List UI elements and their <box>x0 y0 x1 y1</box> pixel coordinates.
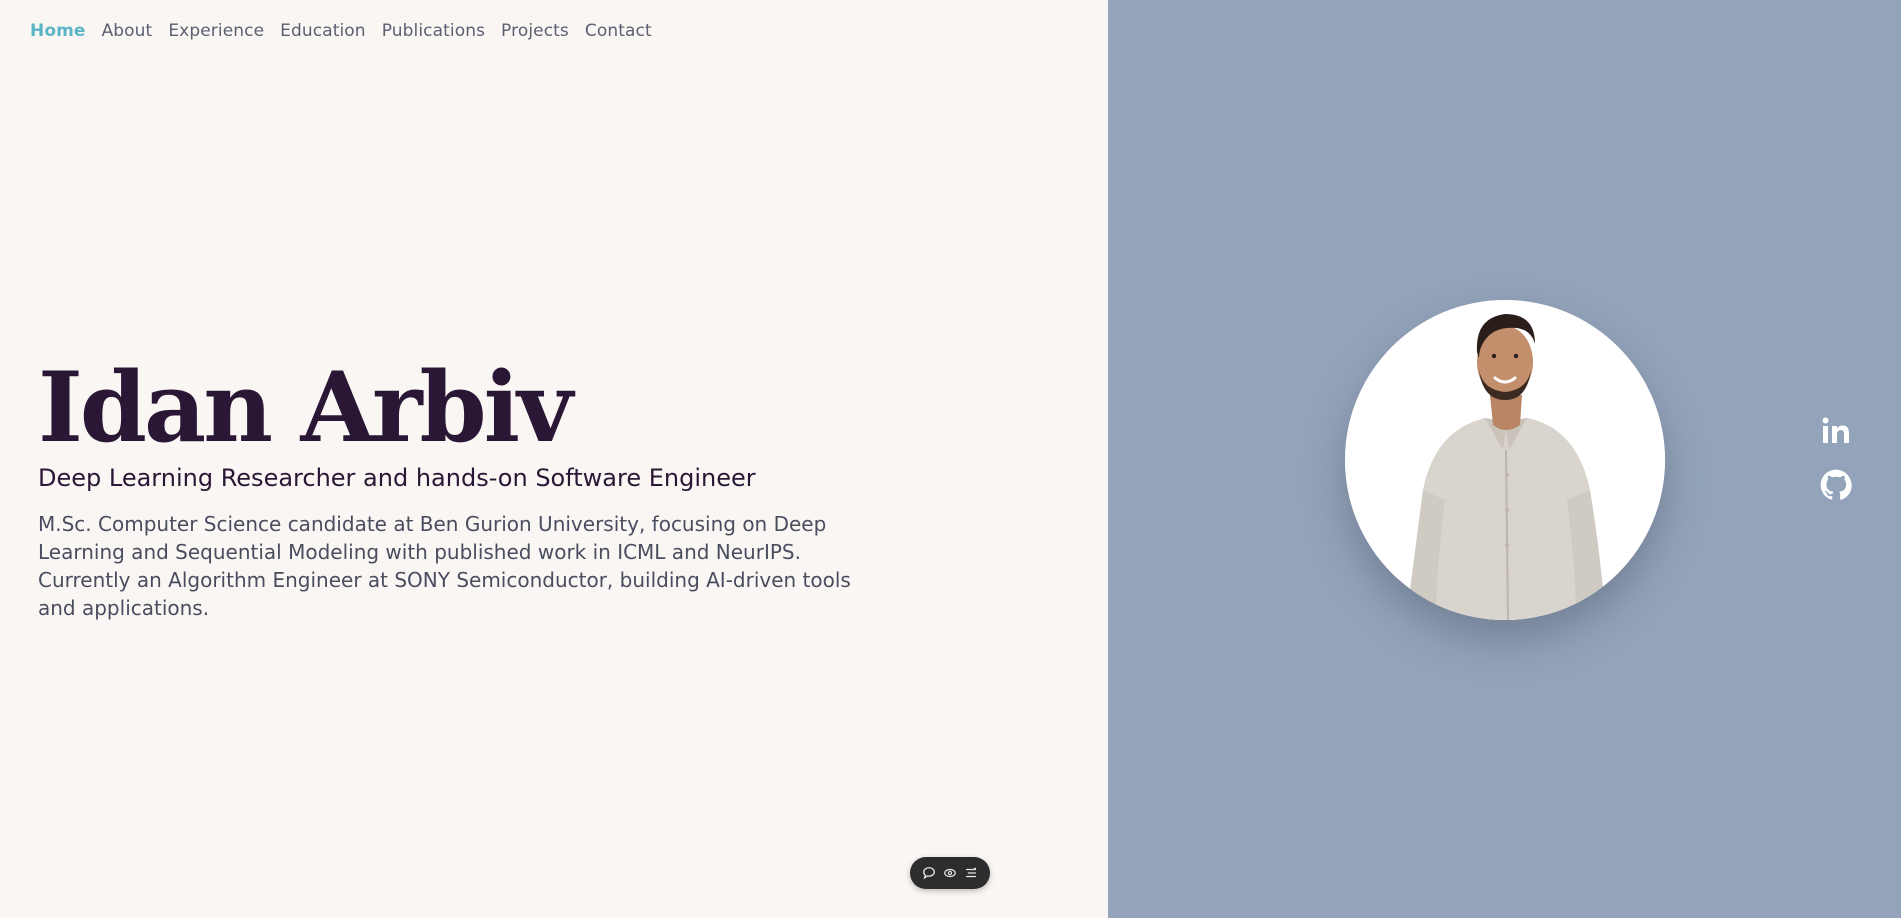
nav-projects-link[interactable]: Projects <box>501 21 569 41</box>
left-panel: Home About Experience Education Publicat… <box>0 0 1108 918</box>
hero-bio: M.Sc. Computer Science candidate at Ben … <box>38 512 851 620</box>
menu-icon[interactable] <box>962 864 980 882</box>
nav-experience-link[interactable]: Experience <box>168 21 264 41</box>
nav-education-link[interactable]: Education <box>280 21 366 41</box>
social-links <box>1820 415 1852 501</box>
hero-section: Idan Arbiv Deep Learning Researcher and … <box>38 358 888 622</box>
comment-icon[interactable] <box>920 864 938 882</box>
eye-icon[interactable] <box>941 864 959 882</box>
person-illustration <box>1345 300 1665 620</box>
nav-contact-link[interactable]: Contact <box>585 21 652 41</box>
github-icon[interactable] <box>1820 469 1852 501</box>
nav-about-link[interactable]: About <box>102 21 153 41</box>
hero-name: Idan Arbiv <box>38 351 573 464</box>
floating-toolbar <box>910 857 990 889</box>
top-navigation: Home About Experience Education Publicat… <box>30 21 652 41</box>
nav-publications-link[interactable]: Publications <box>382 21 485 41</box>
linkedin-icon[interactable] <box>1820 415 1852 447</box>
nav-home-link[interactable]: Home <box>30 21 86 41</box>
profile-photo <box>1345 300 1665 620</box>
hero-tagline: Deep Learning Researcher and hands-on So… <box>38 464 756 492</box>
